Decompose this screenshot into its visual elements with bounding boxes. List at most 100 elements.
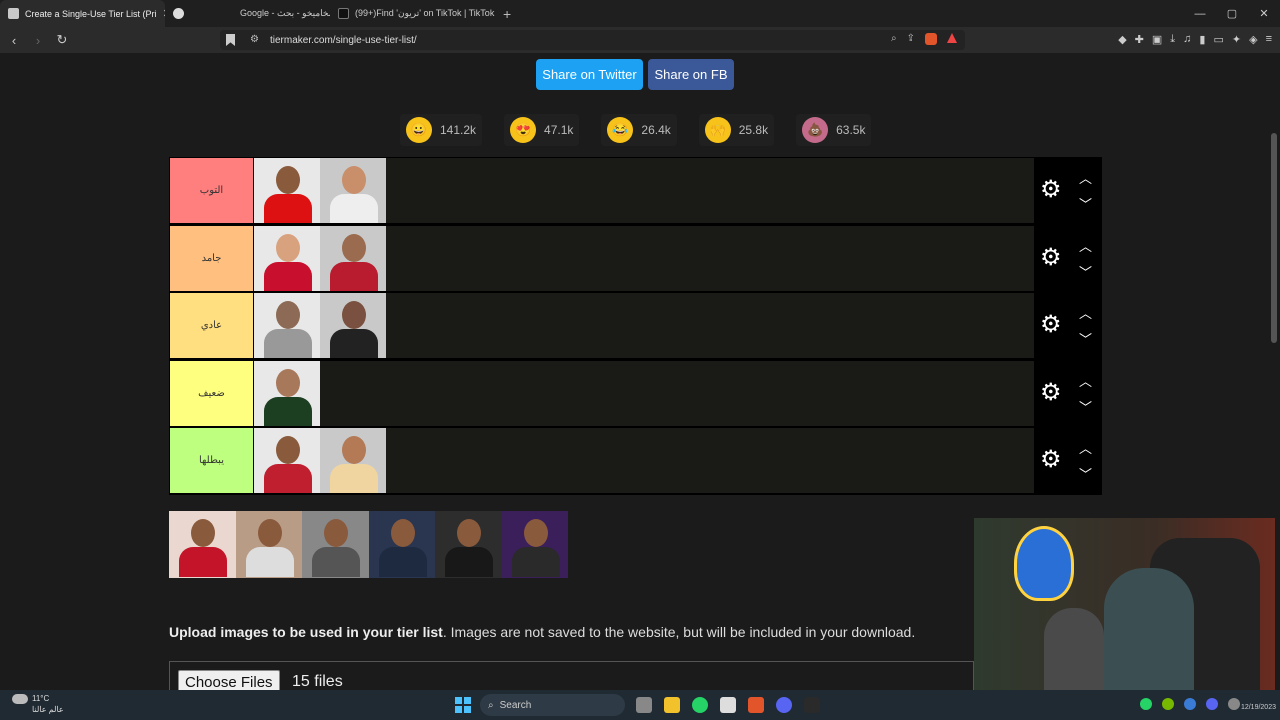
tier-item-image[interactable] [320,428,386,493]
chevron-up-icon[interactable]: ︿ [1079,371,1092,390]
tier-item-image[interactable] [254,360,320,426]
share-twitter-button[interactable]: Share on Twitter [536,59,643,90]
tray-nvidia-icon[interactable] [1162,698,1174,710]
reaction-raised-hands[interactable]: 🙌 25.8k [698,114,775,146]
chevron-down-icon[interactable]: ﹀ [1079,329,1092,348]
brave-icon[interactable] [748,697,764,713]
vpn-icon[interactable]: ◈ [1249,33,1257,46]
scrollbar-thumb[interactable] [1271,133,1277,343]
tier-label[interactable]: التوب [170,158,253,223]
task-view-icon[interactable] [636,697,652,713]
pool-item-image[interactable] [368,511,435,578]
extensions-icon[interactable]: ✚ [1135,33,1144,46]
menu-icon[interactable]: ≡ [1266,33,1272,46]
screenshot-icon[interactable]: ▣ [1152,33,1162,46]
tier-controls: ⚙ ︿ ﹀ [1035,360,1102,426]
window-controls: — ▢ ✕ [1184,0,1280,27]
gear-icon[interactable]: ⚙ [1040,448,1062,472]
media-icon[interactable]: ♫ [1183,33,1191,46]
pool-item-image[interactable] [302,511,369,578]
back-icon[interactable]: ‹ [4,33,24,48]
tiermaker-favicon-icon [8,8,19,19]
chevron-up-icon[interactable]: ︿ [1079,303,1092,322]
tier-drop-zone[interactable] [254,360,1034,426]
discord-icon[interactable] [776,697,792,713]
tier-item-image[interactable] [254,158,320,223]
weather-widget[interactable]: 11°C عالم عالنا [12,693,64,715]
chevron-up-icon[interactable]: ︿ [1079,168,1092,187]
site-settings-icon[interactable]: ⚙ [250,34,259,45]
chevron-down-icon[interactable]: ﹀ [1079,464,1092,483]
tray-misc-icon[interactable] [1228,698,1240,710]
tier-label[interactable]: يبطلها [170,428,253,493]
pool-item-image[interactable] [435,511,502,578]
chevron-up-icon[interactable]: ︿ [1079,236,1092,255]
gear-icon[interactable]: ⚙ [1040,178,1062,202]
search-icon: ⌕ [488,699,494,711]
tab-google[interactable]: Google - مخاميخو - بحث [165,0,330,27]
reaction-grin[interactable]: 😀 141.2k [400,114,483,146]
bookmark-icon[interactable] [226,34,235,46]
grin-emoji-icon: 😀 [406,117,432,143]
chevron-down-icon[interactable]: ﹀ [1079,262,1092,281]
tier-item-image[interactable] [320,293,386,358]
reaction-laugh[interactable]: 😂 26.4k [601,114,677,146]
file-explorer-icon[interactable] [664,697,680,713]
choose-files-button[interactable]: Choose Files [178,670,280,690]
tier-item-image[interactable] [320,225,386,291]
reaction-count: 25.8k [738,123,769,137]
reaction-heart-eyes[interactable]: 😍 47.1k [504,114,580,146]
tier-item-image[interactable] [254,293,320,358]
gear-icon[interactable]: ⚙ [1040,380,1062,405]
tab-tiermaker[interactable]: Create a Single-Use Tier List (Pri ✕ [0,0,165,27]
streamer-logo [1014,526,1074,601]
tier-item-image[interactable] [254,225,320,291]
wallet2-icon[interactable]: ▭ [1213,33,1223,46]
wallet-icon[interactable]: ◆ [1118,33,1126,46]
tab-tiktok[interactable]: (99+)Find 'تريون' on TikTok | TikTok Se [330,0,495,27]
raised-hands-emoji-icon: 🙌 [704,117,731,143]
reaction-poo[interactable]: 💩 63.5k [796,114,872,146]
taskbar-search[interactable]: ⌕ Search [480,694,625,716]
downloads-icon[interactable]: ⤓ [1170,33,1175,46]
snipping-icon[interactable] [720,697,736,713]
chevron-down-icon[interactable]: ﹀ [1079,194,1092,213]
gear-icon[interactable]: ⚙ [1040,245,1062,270]
system-tray [1140,698,1240,710]
zoom-icon[interactable]: ⌕ [891,33,897,45]
chevron-up-icon[interactable]: ︿ [1079,438,1092,457]
tier-label[interactable]: عادي [170,293,253,358]
tier-label[interactable]: جامد [170,225,253,291]
brave-shields-icon[interactable] [925,33,937,45]
tier-label[interactable]: ضعيف [170,360,253,426]
close-window-button[interactable]: ✕ [1248,7,1280,20]
pool-item-image[interactable] [235,511,302,578]
url-field[interactable]: ⚙ tiermaker.com/single-use-tier-list/ ⌕ … [220,30,965,50]
tier-item-image[interactable] [254,428,320,493]
new-tab-button[interactable]: + [495,6,519,22]
sidebar-icon[interactable]: ▮ [1199,33,1205,46]
tray-whatsapp-icon[interactable] [1140,698,1152,710]
upload-note: . Images are not saved to the website, b… [442,624,916,640]
tier-items [254,360,320,426]
pool-item-image[interactable] [501,511,568,578]
forward-icon[interactable]: › [28,33,48,48]
tier-items [254,428,386,493]
reload-icon[interactable]: ↻ [52,32,72,48]
minimize-button[interactable]: — [1184,8,1216,20]
tray-discord-icon[interactable] [1206,698,1218,710]
share-icon[interactable]: ⇪ [907,33,915,45]
tray-app-icon[interactable] [1184,698,1196,710]
tab-title: Create a Single-Use Tier List (Pri [25,8,157,19]
chevron-down-icon[interactable]: ﹀ [1079,397,1092,416]
brave-rewards-icon[interactable] [947,33,957,43]
leo-icon[interactable]: ✦ [1232,33,1241,46]
obs-icon[interactable] [804,697,820,713]
share-facebook-button[interactable]: Share on FB [648,59,734,90]
pool-item-image[interactable] [169,511,236,578]
whatsapp-icon[interactable] [692,697,708,713]
maximize-button[interactable]: ▢ [1216,7,1248,20]
gear-icon[interactable]: ⚙ [1040,313,1062,337]
windows-start-icon[interactable] [455,697,471,713]
tier-item-image[interactable] [320,158,386,223]
